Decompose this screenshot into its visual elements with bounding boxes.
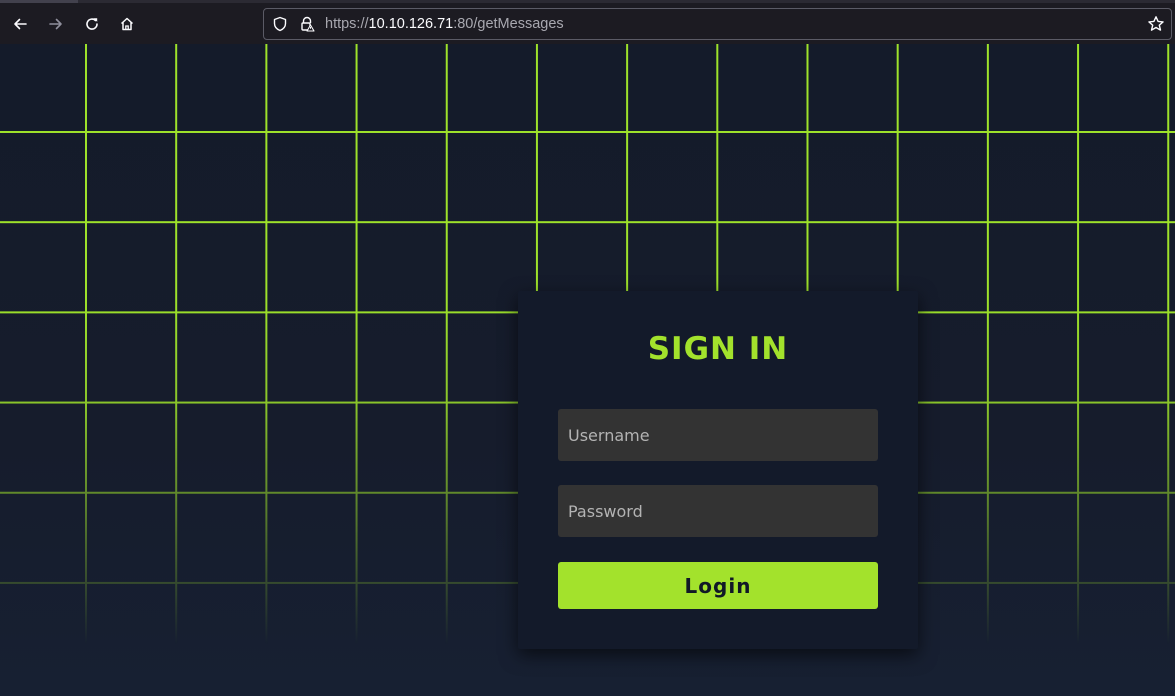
tab-strip <box>0 0 78 3</box>
url-path: :80/getMessages <box>453 16 564 32</box>
home-button[interactable] <box>115 12 139 36</box>
back-button[interactable] <box>8 12 32 36</box>
arrow-right-icon <box>49 18 62 30</box>
arrow-left-icon <box>14 18 27 30</box>
url-scheme: https:// <box>325 16 369 32</box>
password-input[interactable] <box>558 485 878 537</box>
reload-icon <box>86 18 98 30</box>
reload-button[interactable] <box>80 12 104 36</box>
browser-toolbar: https://10.10.126.71:80/getMessages <box>0 0 1175 44</box>
star-icon[interactable] <box>1147 15 1165 33</box>
username-input[interactable] <box>558 409 878 461</box>
page-viewport: SIGN IN Login <box>0 44 1175 696</box>
home-icon <box>120 17 134 31</box>
url-host: 10.10.126.71 <box>368 16 454 32</box>
address-bar[interactable]: https://10.10.126.71:80/getMessages <box>263 8 1172 40</box>
lock-warning-icon[interactable] <box>299 16 315 32</box>
login-card: SIGN IN Login <box>518 291 918 649</box>
page-title: SIGN IN <box>647 331 789 367</box>
login-button[interactable]: Login <box>558 562 878 609</box>
url-text[interactable]: https://10.10.126.71:80/getMessages <box>325 16 564 32</box>
shield-icon[interactable] <box>272 16 288 32</box>
forward-button[interactable] <box>44 12 68 36</box>
